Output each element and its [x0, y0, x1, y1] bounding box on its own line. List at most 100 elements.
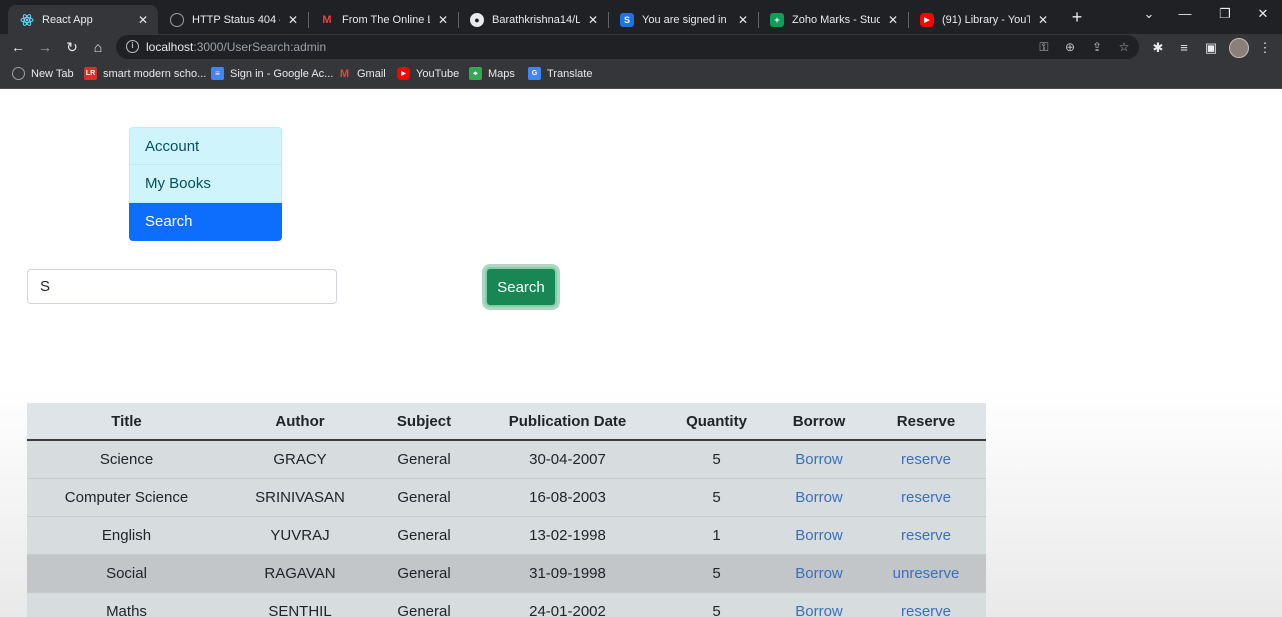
address-bar[interactable]: i localhost:3000/UserSearch:admin ⚿ ⊕ ⇪ … [116, 35, 1139, 59]
borrow-link[interactable]: Borrow [795, 565, 843, 582]
profile-avatar[interactable] [1229, 38, 1249, 58]
bookmark-smart-modern[interactable]: LR smart modern scho... [84, 67, 206, 80]
cell-subject: General [374, 478, 474, 517]
unreserve-link[interactable]: unreserve [893, 565, 960, 582]
table-row: Social RAGAVAN General 31-09-1998 5 Borr… [27, 554, 986, 593]
tab-http-404[interactable]: HTTP Status 404 – No ✕ [158, 5, 308, 34]
extensions-icon[interactable]: ✱ [1149, 39, 1167, 57]
url-host: localhost [146, 40, 194, 54]
cell-author: GRACY [226, 440, 374, 479]
table-row: Science GRACY General 30-04-2007 5 Borro… [27, 440, 986, 479]
column-header-title: Title [27, 403, 226, 441]
bookmark-new-tab[interactable]: New Tab [12, 67, 74, 80]
search-button[interactable]: Search [485, 267, 557, 307]
info-icon[interactable]: i [126, 40, 139, 53]
side-panel-icon[interactable]: ▣ [1202, 39, 1220, 57]
bookmark-label: Maps [488, 67, 515, 80]
key-icon[interactable]: ⚿ [1036, 39, 1052, 55]
borrow-link[interactable]: Borrow [795, 603, 843, 617]
borrow-link[interactable]: Borrow [795, 451, 843, 468]
close-icon[interactable]: ✕ [136, 13, 150, 27]
s-icon: S [620, 12, 634, 27]
tab-search-icon[interactable]: ⌄ [1137, 6, 1161, 22]
cell-reserve: reserve [866, 592, 986, 617]
bookmark-google-signin[interactable]: ≡ Sign in - Google Ac... [211, 67, 333, 80]
github-icon: ● [470, 12, 484, 27]
tab-zoho-marks[interactable]: + Zoho Marks - Student ✕ [758, 5, 908, 34]
restore-icon[interactable]: ❐ [1213, 6, 1237, 22]
browser-toolbar: ← → ↻ ⌂ i localhost:3000/UserSearch:admi… [0, 34, 1282, 60]
cell-title: Computer Science [27, 478, 226, 517]
cell-title: Maths [27, 592, 226, 617]
menu-kebab-icon[interactable]: ⋮ [1256, 39, 1274, 57]
new-tab-icon[interactable]: + [1068, 8, 1086, 26]
media-icon[interactable]: ≡ [1175, 39, 1193, 57]
cell-reserve: reserve [866, 478, 986, 517]
tab-signed-in[interactable]: S You are signed in as 1 ✕ [608, 5, 758, 34]
bookmark-label: smart modern scho... [103, 67, 207, 80]
share-icon[interactable]: ⇪ [1089, 39, 1105, 55]
cell-date: 24-01-2002 [474, 592, 661, 617]
gmail-icon: M [339, 67, 350, 80]
close-window-icon[interactable]: ✕ [1251, 6, 1275, 22]
bookmark-translate[interactable]: G Translate [528, 67, 592, 80]
cell-quantity: 5 [661, 554, 772, 593]
youtube-icon: ▶ [920, 12, 934, 27]
reserve-link[interactable]: reserve [901, 489, 951, 506]
gmail-icon: M [322, 13, 332, 26]
menu-item-search[interactable]: Search [129, 203, 282, 241]
borrow-link[interactable]: Borrow [795, 489, 843, 506]
url-path: :3000/UserSearch:admin [193, 40, 327, 54]
cell-date: 13-02-1998 [474, 516, 661, 555]
cell-reserve: unreserve [866, 554, 986, 593]
column-header-quantity: Quantity [661, 403, 772, 441]
tab-github[interactable]: ● Barathkrishna14/Libra ✕ [458, 5, 608, 34]
page-content: Account My Books Search Search Title Aut… [0, 89, 1282, 617]
forward-icon[interactable]: → [35, 38, 55, 56]
back-icon[interactable]: ← [8, 38, 28, 56]
close-icon[interactable]: ✕ [286, 13, 300, 27]
menu-item-account[interactable]: Account [129, 127, 282, 165]
bookmark-star-icon[interactable]: ☆ [1116, 39, 1132, 55]
table-row: Computer Science SRINIVASAN General 16-0… [27, 478, 986, 517]
minimize-icon[interactable]: — [1173, 6, 1197, 21]
tab-gmail[interactable]: M From The Online Libr ✕ [308, 5, 458, 34]
cell-date: 31-09-1998 [474, 554, 661, 593]
cell-quantity: 1 [661, 516, 772, 555]
cell-date: 30-04-2007 [474, 440, 661, 479]
reserve-link[interactable]: reserve [901, 451, 951, 468]
close-icon[interactable]: ✕ [886, 13, 900, 27]
lr-icon: LR [84, 67, 97, 80]
bookmark-maps[interactable]: ⌖ Maps [469, 67, 515, 80]
home-icon[interactable]: ⌂ [88, 38, 108, 56]
column-header-author: Author [226, 403, 374, 441]
reserve-link[interactable]: reserve [901, 527, 951, 544]
column-header-publication-date: Publication Date [474, 403, 661, 441]
tab-youtube[interactable]: ▶ (91) Library - YouTube ✕ [908, 5, 1058, 34]
tab-title: (91) Library - YouTube [942, 13, 1030, 26]
bookmark-label: Sign in - Google Ac... [230, 67, 334, 80]
close-icon[interactable]: ✕ [586, 13, 600, 27]
tab-react-app[interactable]: React App ✕ [8, 5, 158, 34]
close-icon[interactable]: ✕ [436, 13, 450, 27]
reload-icon[interactable]: ↻ [62, 38, 82, 56]
cell-borrow: Borrow [772, 554, 866, 593]
close-icon[interactable]: ✕ [1036, 13, 1050, 27]
cell-quantity: 5 [661, 478, 772, 517]
bookmark-label: New Tab [31, 67, 74, 80]
cell-author: RAGAVAN [226, 554, 374, 593]
search-input[interactable] [27, 269, 337, 304]
sheets-icon: + [770, 12, 784, 27]
cell-borrow: Borrow [772, 478, 866, 517]
bookmark-gmail[interactable]: M Gmail [338, 67, 386, 80]
zoom-icon[interactable]: ⊕ [1062, 39, 1078, 55]
cell-title: English [27, 516, 226, 555]
maps-icon: ⌖ [469, 67, 482, 80]
cell-reserve: reserve [866, 516, 986, 555]
borrow-link[interactable]: Borrow [795, 527, 843, 544]
menu-item-my-books[interactable]: My Books [129, 165, 282, 203]
bookmark-youtube[interactable]: ▶ YouTube [397, 67, 459, 80]
close-icon[interactable]: ✕ [736, 13, 750, 27]
reserve-link[interactable]: reserve [901, 603, 951, 617]
url-text: localhost:3000/UserSearch:admin [146, 40, 326, 54]
